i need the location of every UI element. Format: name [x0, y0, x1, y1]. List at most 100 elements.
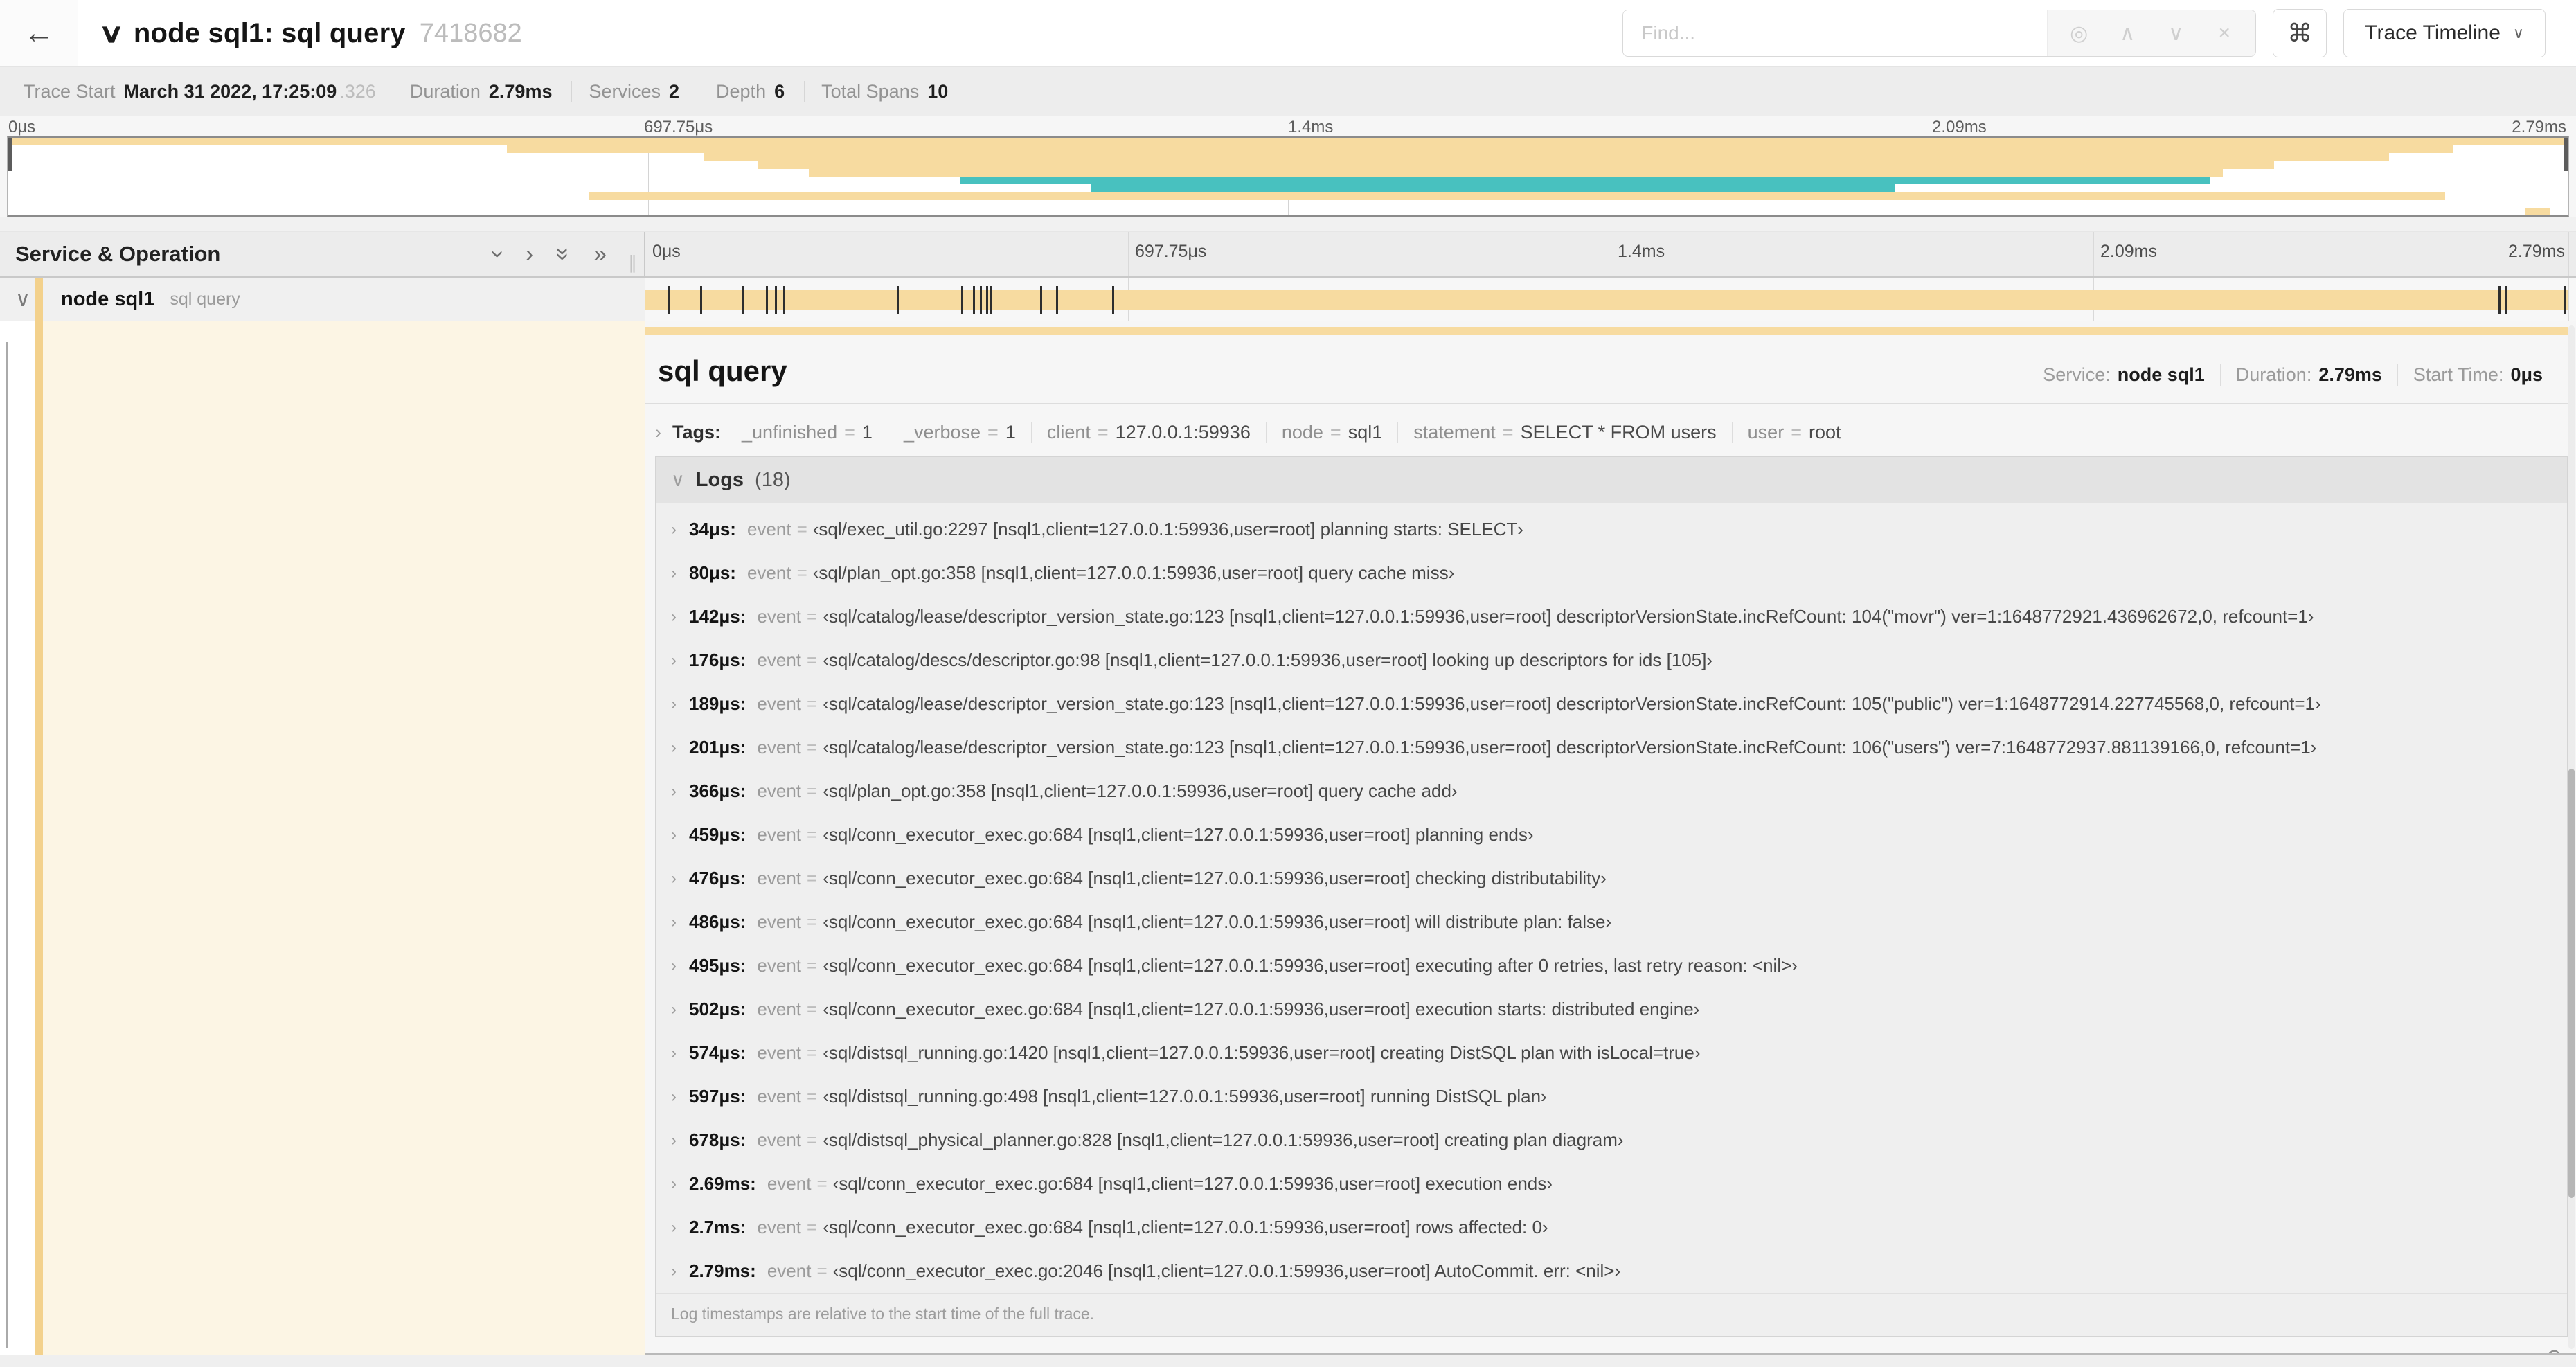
- log-row[interactable]: › 476μs: event = ‹sql/conn_executor_exec…: [656, 857, 2567, 900]
- expand-log-icon[interactable]: ›: [671, 1000, 689, 1019]
- clear-search-icon[interactable]: ×: [2200, 21, 2248, 45]
- logs-header[interactable]: ∨ Logs (18): [656, 457, 2567, 503]
- log-marker-tick[interactable]: [1111, 286, 1114, 314]
- minimap-span-bar: [704, 153, 2390, 161]
- log-marker-tick[interactable]: [972, 286, 975, 314]
- expand-log-icon[interactable]: ›: [671, 825, 689, 845]
- log-marker-tick[interactable]: [990, 286, 993, 314]
- span-log-ticks: [645, 286, 2568, 314]
- prev-result-icon[interactable]: ∧: [2103, 21, 2152, 46]
- log-marker-tick[interactable]: [782, 286, 785, 314]
- log-row[interactable]: › 495μs: event = ‹sql/conn_executor_exec…: [656, 944, 2567, 988]
- log-marker-tick[interactable]: [668, 286, 670, 314]
- minimap-left-scrub-handle[interactable]: [8, 138, 12, 171]
- span-duration-bar[interactable]: [645, 286, 2568, 314]
- expand-log-icon[interactable]: ›: [671, 564, 689, 583]
- expand-log-icon[interactable]: ›: [671, 738, 689, 758]
- log-row[interactable]: › 366μs: event = ‹sql/plan_opt.go:358 [n…: [656, 769, 2567, 813]
- vertical-scrollbar[interactable]: [2568, 325, 2575, 1349]
- log-row[interactable]: › 142μs: event = ‹sql/catalog/lease/desc…: [656, 595, 2567, 638]
- expand-log-icon[interactable]: ›: [671, 1218, 689, 1238]
- expand-log-icon[interactable]: ›: [671, 913, 689, 932]
- expand-log-icon[interactable]: ›: [671, 1262, 689, 1281]
- log-row[interactable]: › 176μs: event = ‹sql/catalog/descs/desc…: [656, 638, 2567, 682]
- log-marker-tick[interactable]: [897, 286, 900, 314]
- logs-note: Log timestamps are relative to the start…: [656, 1293, 2567, 1336]
- locate-icon[interactable]: ◎: [2055, 21, 2103, 46]
- span-row-name-cell[interactable]: ∨ node sql1 sql query: [0, 278, 645, 321]
- log-row[interactable]: › 2.7ms: event = ‹sql/conn_executor_exec…: [656, 1206, 2567, 1249]
- time-tick-label: 2.79ms: [2512, 118, 2566, 136]
- log-row[interactable]: › 2.69ms: event = ‹sql/conn_executor_exe…: [656, 1162, 2567, 1206]
- log-timestamp: 2.69ms:: [689, 1173, 756, 1194]
- view-selector-button[interactable]: Trace Timeline ∨: [2343, 9, 2546, 57]
- log-field-value: ‹sql/conn_executor_exec.go:684 [nsql1,cl…: [823, 868, 1607, 888]
- expand-log-icon[interactable]: ›: [671, 607, 689, 627]
- back-button[interactable]: ←: [0, 0, 78, 66]
- log-row[interactable]: › 189μs: event = ‹sql/catalog/lease/desc…: [656, 682, 2567, 726]
- expand-log-icon[interactable]: ›: [671, 520, 689, 539]
- expand-log-icon[interactable]: ›: [671, 782, 689, 801]
- log-marker-tick[interactable]: [699, 286, 702, 314]
- tag[interactable]: statement = SELECT * FROM users: [1398, 421, 1733, 443]
- log-marker-tick[interactable]: [742, 286, 745, 314]
- span-row[interactable]: ∨ node sql1 sql query: [0, 278, 2576, 321]
- page-bottom-strip: [0, 1355, 2576, 1367]
- tag[interactable]: _verbose = 1: [888, 421, 1032, 443]
- span-row-bar-cell[interactable]: [645, 278, 2576, 321]
- log-row[interactable]: › 502μs: event = ‹sql/conn_executor_exec…: [656, 988, 2567, 1031]
- expand-log-icon[interactable]: ›: [671, 695, 689, 714]
- log-row[interactable]: › 34μs: event = ‹sql/exec_util.go:2297 […: [656, 508, 2567, 551]
- link-icon[interactable]: [2539, 1349, 2561, 1355]
- expand-log-icon[interactable]: ›: [671, 956, 689, 976]
- expand-tags-icon[interactable]: ›: [655, 422, 661, 443]
- log-row[interactable]: › 574μs: event = ‹sql/distsql_running.go…: [656, 1031, 2567, 1075]
- log-row[interactable]: › 678μs: event = ‹sql/distsql_physical_p…: [656, 1118, 2567, 1162]
- log-row[interactable]: › 2.79ms: event = ‹sql/conn_executor_exe…: [656, 1249, 2567, 1293]
- log-row[interactable]: › 486μs: event = ‹sql/conn_executor_exec…: [656, 900, 2567, 944]
- expand-log-icon[interactable]: ›: [671, 869, 689, 888]
- vertical-scrollbar-thumb[interactable]: [2568, 769, 2575, 1198]
- log-marker-tick[interactable]: [2505, 286, 2507, 314]
- log-marker-tick[interactable]: [979, 286, 982, 314]
- keyboard-shortcuts-button[interactable]: ⌘: [2273, 9, 2327, 57]
- double-chevron-right-icon[interactable]: »: [593, 242, 607, 266]
- trace-stat: Duration 2.79ms: [392, 80, 572, 102]
- log-marker-tick[interactable]: [2498, 286, 2501, 314]
- collapse-header-icon[interactable]: ∨: [98, 18, 125, 49]
- log-row[interactable]: › 597μs: event = ‹sql/distsql_running.go…: [656, 1075, 2567, 1118]
- next-result-icon[interactable]: ∨: [2152, 21, 2200, 46]
- expand-log-icon[interactable]: ›: [671, 1174, 689, 1194]
- minimap-right-scrub-handle[interactable]: [2564, 138, 2568, 171]
- tag[interactable]: _unfinished = 1: [726, 421, 888, 443]
- expand-log-icon[interactable]: ›: [671, 651, 689, 670]
- column-resizer[interactable]: ∥: [628, 252, 638, 274]
- log-timestamp: 142μs:: [689, 606, 746, 627]
- log-marker-tick[interactable]: [1040, 286, 1043, 314]
- tag[interactable]: user = root: [1733, 422, 1857, 443]
- expand-log-icon[interactable]: ›: [671, 1087, 689, 1107]
- trace-minimap[interactable]: [7, 136, 2569, 217]
- tag[interactable]: client = 127.0.0.1:59936: [1032, 421, 1267, 443]
- chevron-down-icon[interactable]: ›: [485, 250, 511, 258]
- log-marker-tick[interactable]: [1056, 286, 1058, 314]
- log-marker-tick[interactable]: [766, 286, 769, 314]
- log-marker-tick[interactable]: [985, 286, 988, 314]
- log-row[interactable]: › 459μs: event = ‹sql/conn_executor_exec…: [656, 813, 2567, 857]
- find-input[interactable]: [1623, 10, 2048, 56]
- collapse-logs-icon[interactable]: ∨: [671, 470, 685, 491]
- log-marker-tick[interactable]: [2564, 286, 2567, 314]
- expand-log-icon[interactable]: ›: [671, 1131, 689, 1150]
- log-row[interactable]: › 80μs: event = ‹sql/plan_opt.go:358 [ns…: [656, 551, 2567, 595]
- double-chevron-down-icon[interactable]: »: [551, 248, 577, 261]
- log-marker-tick[interactable]: [775, 286, 778, 314]
- tags-row[interactable]: › Tags: _unfinished = 1 _verbose = 1 client =…: [655, 411, 2568, 454]
- collapse-span-icon[interactable]: ∨: [15, 287, 30, 312]
- tag[interactable]: node = sql1: [1267, 421, 1399, 443]
- chevron-right-icon[interactable]: ›: [526, 242, 533, 266]
- time-tick-label: 1.4ms: [1618, 242, 1665, 261]
- log-marker-tick[interactable]: [960, 286, 963, 314]
- log-row[interactable]: › 201μs: event = ‹sql/catalog/lease/desc…: [656, 726, 2567, 769]
- span-meta-item: Duration: 2.79ms: [2219, 364, 2397, 386]
- expand-log-icon[interactable]: ›: [671, 1044, 689, 1063]
